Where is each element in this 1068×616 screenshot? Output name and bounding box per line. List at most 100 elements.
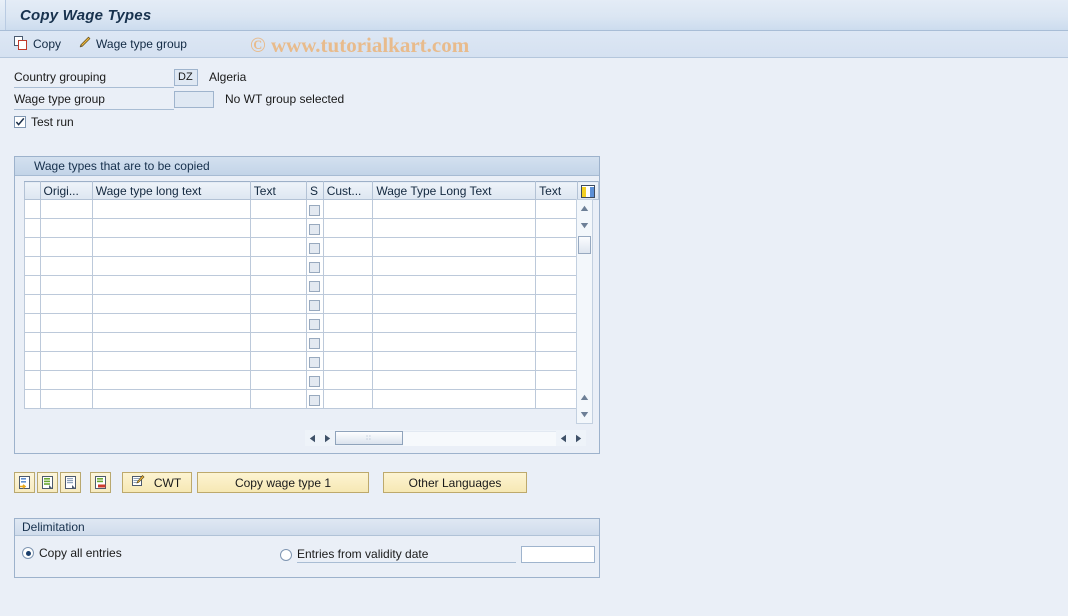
row-selector-cell[interactable]: [24, 218, 41, 238]
cell-cust[interactable]: [322, 294, 374, 314]
column-header-wage-type-long-text-2[interactable]: Wage Type Long Text: [372, 181, 537, 200]
horizontal-scrollbar-track[interactable]: [403, 430, 556, 446]
cell-s-checkbox[interactable]: [306, 294, 324, 314]
scroll-left-button-2[interactable]: [556, 430, 571, 447]
cell-origin[interactable]: [39, 351, 93, 371]
cell-s-checkbox[interactable]: [306, 237, 324, 257]
scroll-down-button[interactable]: [577, 217, 592, 234]
entries-from-validity-date-option[interactable]: Entries from validity date: [280, 546, 595, 563]
table-row[interactable]: [24, 313, 599, 333]
cell-origin[interactable]: [39, 313, 93, 333]
table-row[interactable]: [24, 256, 599, 276]
cell-text-2[interactable]: [535, 256, 578, 276]
cell-text-2[interactable]: [535, 332, 578, 352]
column-header-origin[interactable]: Origi...: [39, 181, 93, 200]
test-run-row[interactable]: Test run: [14, 112, 1068, 132]
row-selector-cell[interactable]: [24, 237, 41, 257]
cell-text-2[interactable]: [535, 237, 578, 257]
row-checkbox[interactable]: [309, 262, 321, 273]
cell-text-2[interactable]: [535, 294, 578, 314]
row-selector-cell[interactable]: [24, 294, 41, 314]
insert-row-button[interactable]: [14, 472, 35, 493]
row-selector-cell[interactable]: [24, 351, 41, 371]
test-run-checkbox[interactable]: [14, 116, 26, 128]
row-selector-cell[interactable]: [24, 275, 41, 295]
table-vertical-scrollbar[interactable]: [576, 199, 593, 424]
row-checkbox[interactable]: [309, 357, 321, 368]
table-row[interactable]: [24, 218, 599, 238]
cell-cust[interactable]: [322, 218, 374, 238]
row-checkbox[interactable]: [309, 376, 321, 387]
column-header-cust[interactable]: Cust...: [322, 181, 374, 200]
table-row[interactable]: [24, 332, 599, 352]
row-selector-cell[interactable]: [24, 332, 41, 352]
cell-origin[interactable]: [39, 237, 93, 257]
cell-origin[interactable]: [39, 332, 93, 352]
row-checkbox[interactable]: [309, 243, 321, 254]
column-header-text-2[interactable]: Text: [535, 181, 578, 200]
vertical-scrollbar-thumb[interactable]: [578, 236, 591, 254]
table-row[interactable]: [24, 351, 599, 371]
cell-cust[interactable]: [322, 275, 374, 295]
row-checkbox[interactable]: [309, 395, 321, 406]
cell-origin[interactable]: [39, 389, 93, 409]
cell-text-2[interactable]: [535, 218, 578, 238]
cell-s-checkbox[interactable]: [306, 351, 324, 371]
cell-wage-type-long-text-2[interactable]: [372, 256, 537, 276]
copy-row-button[interactable]: [37, 472, 58, 493]
cell-wage-type-long-text-2[interactable]: [372, 275, 537, 295]
cwt-button[interactable]: CWT: [122, 472, 192, 493]
wage-type-group-input[interactable]: [174, 90, 214, 108]
table-row[interactable]: [24, 294, 599, 314]
table-row[interactable]: [24, 389, 599, 409]
row-selector-cell[interactable]: [24, 199, 41, 219]
horizontal-scrollbar-thumb[interactable]: ∷: [335, 431, 403, 445]
copy-button[interactable]: Copy: [6, 33, 69, 56]
cell-wage-type-long-text-2[interactable]: [372, 218, 537, 238]
cell-text-2[interactable]: [535, 370, 578, 390]
table-settings-button[interactable]: [576, 181, 600, 200]
cell-cust[interactable]: [322, 351, 374, 371]
row-checkbox[interactable]: [309, 281, 321, 292]
other-languages-button[interactable]: Other Languages: [383, 472, 527, 493]
cell-wage-type-long-text-2[interactable]: [372, 294, 537, 314]
cell-origin[interactable]: [39, 199, 93, 219]
cell-text-2[interactable]: [535, 199, 578, 219]
cell-s-checkbox[interactable]: [306, 275, 324, 295]
cell-s-checkbox[interactable]: [306, 370, 324, 390]
column-header-wage-type-long-text[interactable]: Wage type long text: [91, 181, 251, 200]
cell-text-2[interactable]: [535, 313, 578, 333]
cell-wage-type-long-text-2[interactable]: [372, 332, 537, 352]
cell-s-checkbox[interactable]: [306, 313, 324, 333]
column-header-text-1[interactable]: Text: [249, 181, 308, 200]
scroll-right-button-2[interactable]: [571, 430, 586, 447]
cell-wage-type-long-text-2[interactable]: [372, 351, 537, 371]
cell-s-checkbox[interactable]: [306, 256, 324, 276]
row-checkbox[interactable]: [309, 224, 321, 235]
row-checkbox[interactable]: [309, 319, 321, 330]
cell-cust[interactable]: [322, 199, 374, 219]
row-selector-cell[interactable]: [24, 389, 41, 409]
cell-cust[interactable]: [322, 256, 374, 276]
cell-s-checkbox[interactable]: [306, 199, 324, 219]
row-selector-cell[interactable]: [24, 313, 41, 333]
cell-s-checkbox[interactable]: [306, 389, 324, 409]
cell-origin[interactable]: [39, 275, 93, 295]
cell-cust[interactable]: [322, 237, 374, 257]
table-row[interactable]: [24, 199, 599, 219]
entries-from-validity-date-radio[interactable]: [280, 548, 292, 561]
cell-cust[interactable]: [322, 332, 374, 352]
cell-origin[interactable]: [39, 294, 93, 314]
cell-text-2[interactable]: [535, 389, 578, 409]
cell-text-2[interactable]: [535, 275, 578, 295]
table-horizontal-scrollbar[interactable]: ∷: [305, 430, 586, 446]
table-row[interactable]: [24, 237, 599, 257]
row-checkbox[interactable]: [309, 338, 321, 349]
country-grouping-input[interactable]: [174, 68, 198, 86]
table-row[interactable]: [24, 275, 599, 295]
row-selector-cell[interactable]: [24, 370, 41, 390]
table-row[interactable]: [24, 370, 599, 390]
copy-wage-type-1-button[interactable]: Copy wage type 1: [197, 472, 369, 493]
cell-wage-type-long-text-2[interactable]: [372, 370, 537, 390]
cell-origin[interactable]: [39, 256, 93, 276]
